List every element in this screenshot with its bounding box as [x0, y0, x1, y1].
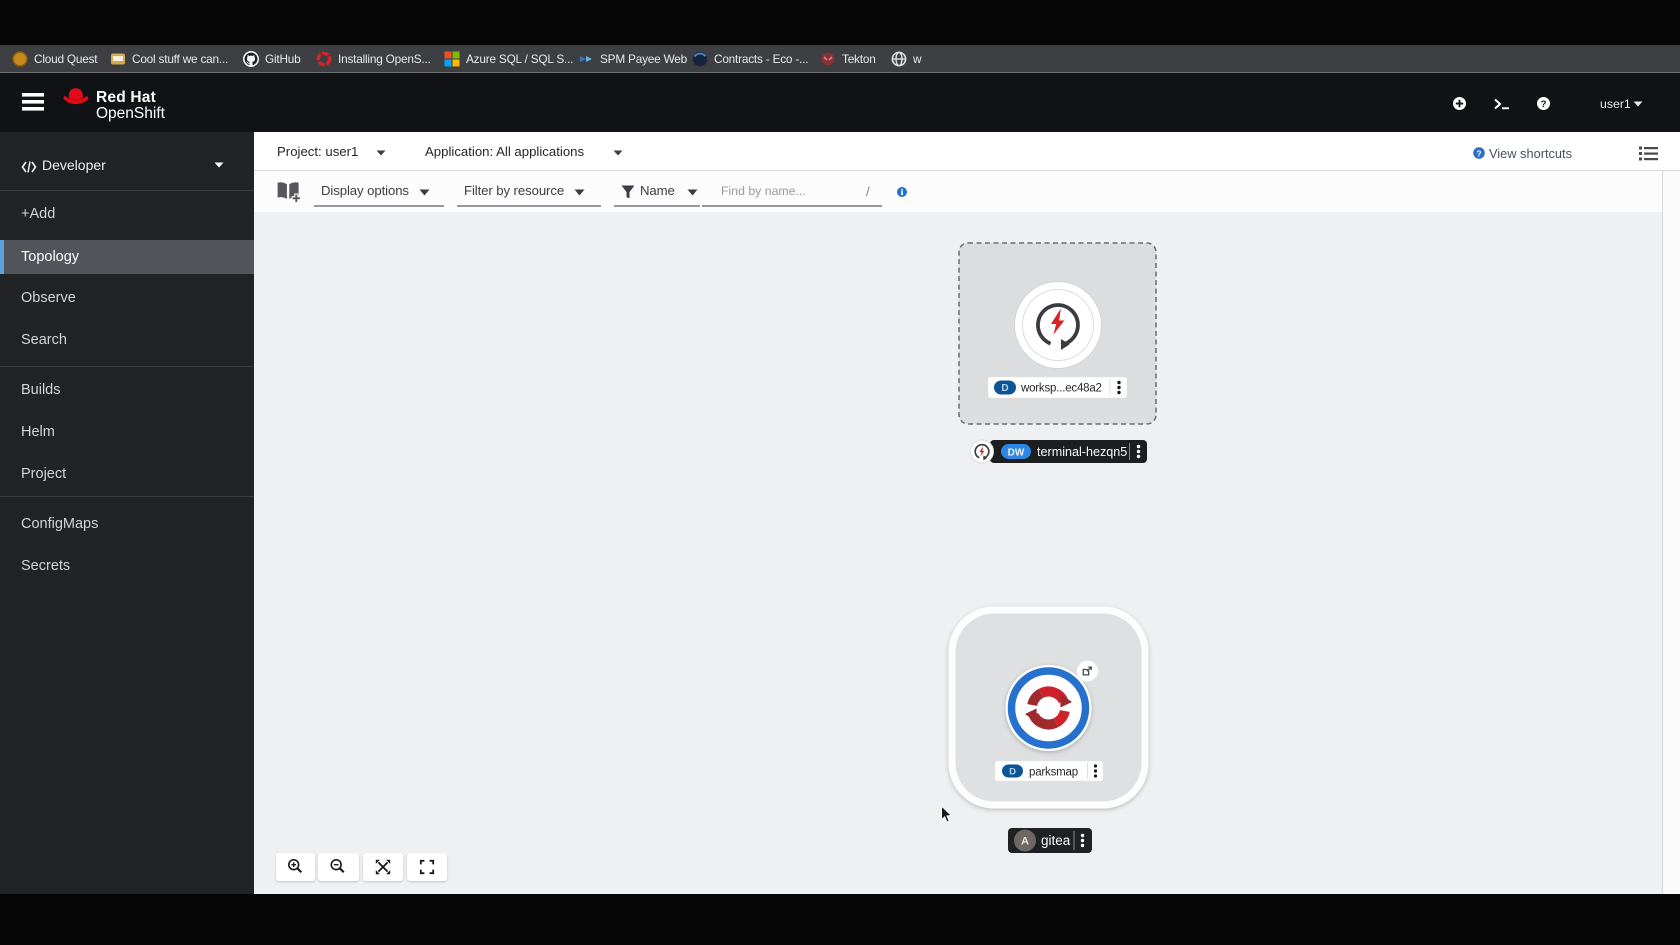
svg-text:gitea: gitea: [1041, 833, 1071, 848]
svg-text:?: ?: [1476, 148, 1481, 158]
svg-text:A: A: [1021, 836, 1029, 848]
svg-text:D: D: [1001, 383, 1008, 394]
svg-text:terminal-hezqn5: terminal-hezqn5: [1037, 445, 1127, 459]
svg-text:parksmap: parksmap: [1029, 767, 1078, 779]
svg-text:?: ?: [1541, 99, 1547, 110]
svg-text:DW: DW: [1008, 448, 1025, 459]
svg-text:D: D: [1009, 767, 1016, 778]
svg-text:worksp...ec48a2: worksp...ec48a2: [1020, 383, 1102, 395]
